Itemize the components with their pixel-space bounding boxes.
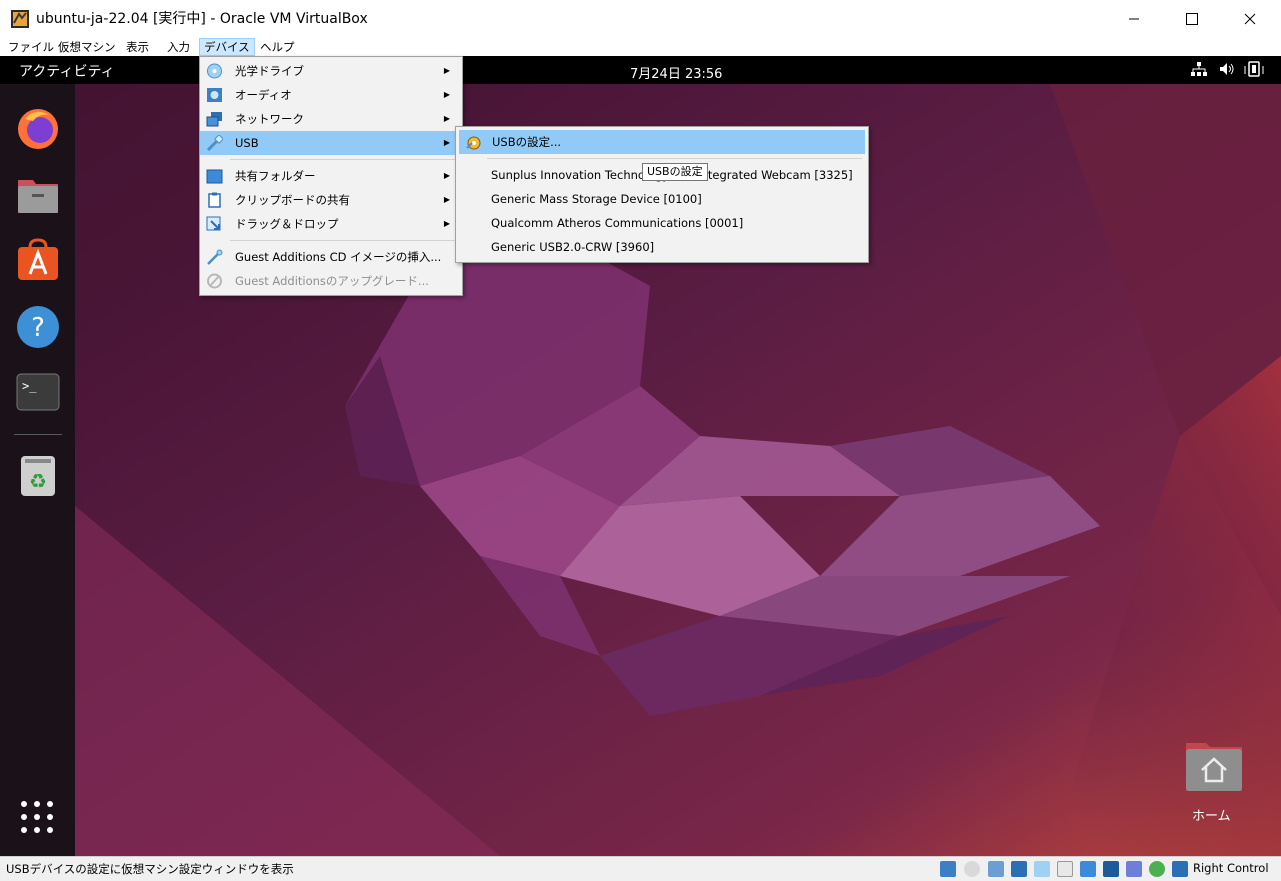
- host-key-label: Right Control: [1193, 861, 1269, 875]
- dock-separator: [14, 434, 62, 435]
- network-status-icon[interactable]: [1191, 62, 1207, 76]
- home-folder-icon[interactable]: [1184, 737, 1244, 793]
- shared-folder-icon: [206, 169, 223, 184]
- svg-text:>_: >_: [22, 379, 37, 393]
- close-icon: [1244, 13, 1256, 25]
- close-button[interactable]: [1221, 0, 1279, 38]
- home-folder-label: ホーム: [1192, 809, 1231, 824]
- usb-device-item[interactable]: Qualcomm Atheros Communications [0001]: [456, 211, 868, 235]
- maximize-button[interactable]: [1163, 0, 1221, 38]
- virtualbox-icon: [11, 10, 29, 28]
- activities-button[interactable]: アクティビティ: [19, 61, 115, 81]
- menu-machine[interactable]: 仮想マシン: [54, 38, 120, 56]
- menu-item-shared-folders[interactable]: 共有フォルダー ▶: [200, 164, 462, 188]
- network-status-icon[interactable]: [1011, 861, 1027, 877]
- usb-settings-item[interactable]: USBの設定...: [459, 130, 865, 154]
- recording-status-icon[interactable]: [1103, 861, 1119, 877]
- network-icon: [206, 112, 222, 127]
- tooltip: USBの設定: [642, 163, 708, 181]
- menu-item-insert-guest-additions[interactable]: Guest Additions CD イメージの挿入...: [200, 245, 462, 269]
- svg-text:♻: ♻: [29, 469, 47, 493]
- drag-drop-icon: [206, 216, 221, 231]
- usb-status-icon[interactable]: [1034, 861, 1050, 877]
- display-status-icon[interactable]: [1080, 861, 1096, 877]
- menu-file[interactable]: ファイル: [4, 38, 58, 56]
- svg-text:?: ?: [31, 313, 45, 343]
- menu-item-usb[interactable]: USB ▶: [200, 131, 462, 155]
- upgrade-icon: [207, 273, 222, 289]
- window-title: ubuntu-ja-22.04 [実行中] - Oracle VM Virtua…: [36, 11, 368, 27]
- shared-folder-status-icon[interactable]: [1057, 861, 1073, 877]
- files-icon[interactable]: [15, 172, 61, 218]
- power-icon[interactable]: [1243, 60, 1267, 78]
- firefox-icon[interactable]: [15, 105, 61, 151]
- terminal-icon[interactable]: >_: [15, 370, 61, 416]
- menu-separator: [230, 240, 456, 241]
- menu-item-network[interactable]: ネットワーク ▶: [200, 107, 462, 131]
- help-icon[interactable]: ?: [15, 304, 61, 350]
- minimize-icon: [1129, 18, 1139, 20]
- usb-icon: [206, 135, 223, 151]
- menu-item-audio[interactable]: オーディオ ▶: [200, 83, 462, 107]
- usb-submenu: USBの設定... Sunplus Innovation Technology …: [455, 126, 869, 263]
- usb-device-item[interactable]: Generic Mass Storage Device [0100]: [456, 187, 868, 211]
- audio-status-icon[interactable]: [988, 861, 1004, 877]
- menu-item-upgrade-guest-additions: Guest Additionsのアップグレード...: [200, 269, 462, 293]
- menu-view[interactable]: 表示: [122, 38, 153, 56]
- optical-drive-icon: [207, 63, 222, 79]
- app-center-icon[interactable]: [15, 237, 61, 283]
- clipboard-icon: [208, 192, 221, 208]
- menu-item-drag-drop[interactable]: ドラッグ＆ドロップ ▶: [200, 212, 462, 236]
- menu-input[interactable]: 入力: [163, 38, 194, 56]
- usb-settings-icon: [466, 136, 481, 150]
- devices-menu: 光学ドライブ ▶ オーディオ ▶ ネットワーク ▶ USB ▶ 共有フォルダー ▶ クリッ…: [199, 56, 463, 296]
- menu-separator: [487, 158, 862, 159]
- menu-devices[interactable]: デバイス: [199, 38, 255, 56]
- vt-x-status-icon[interactable]: [1126, 861, 1142, 877]
- menu-item-optical-drive[interactable]: 光学ドライブ ▶: [200, 59, 462, 83]
- menu-separator: [230, 159, 456, 160]
- usb-device-item[interactable]: Generic USB2.0-CRW [3960]: [456, 235, 868, 259]
- cd-insert-icon: [207, 249, 223, 265]
- volume-icon[interactable]: [1219, 62, 1235, 76]
- mouse-integration-status-icon[interactable]: [1149, 861, 1165, 877]
- optical-drive-status-icon[interactable]: [964, 861, 980, 877]
- status-text: USBデバイスの設定に仮想マシン設定ウィンドウを表示: [6, 862, 294, 876]
- minimize-button[interactable]: [1105, 0, 1163, 38]
- keyboard-capture-status-icon[interactable]: [1172, 861, 1188, 877]
- hard-disk-status-icon[interactable]: [940, 861, 956, 877]
- maximize-icon: [1186, 13, 1198, 25]
- menu-item-clipboard[interactable]: クリップボードの共有 ▶: [200, 188, 462, 212]
- clock[interactable]: 7月24日 23:56: [630, 63, 722, 82]
- trash-icon[interactable]: ♻: [15, 452, 61, 498]
- menu-help[interactable]: ヘルプ: [256, 38, 299, 56]
- show-apps-icon[interactable]: [20, 800, 54, 834]
- audio-icon: [207, 88, 222, 102]
